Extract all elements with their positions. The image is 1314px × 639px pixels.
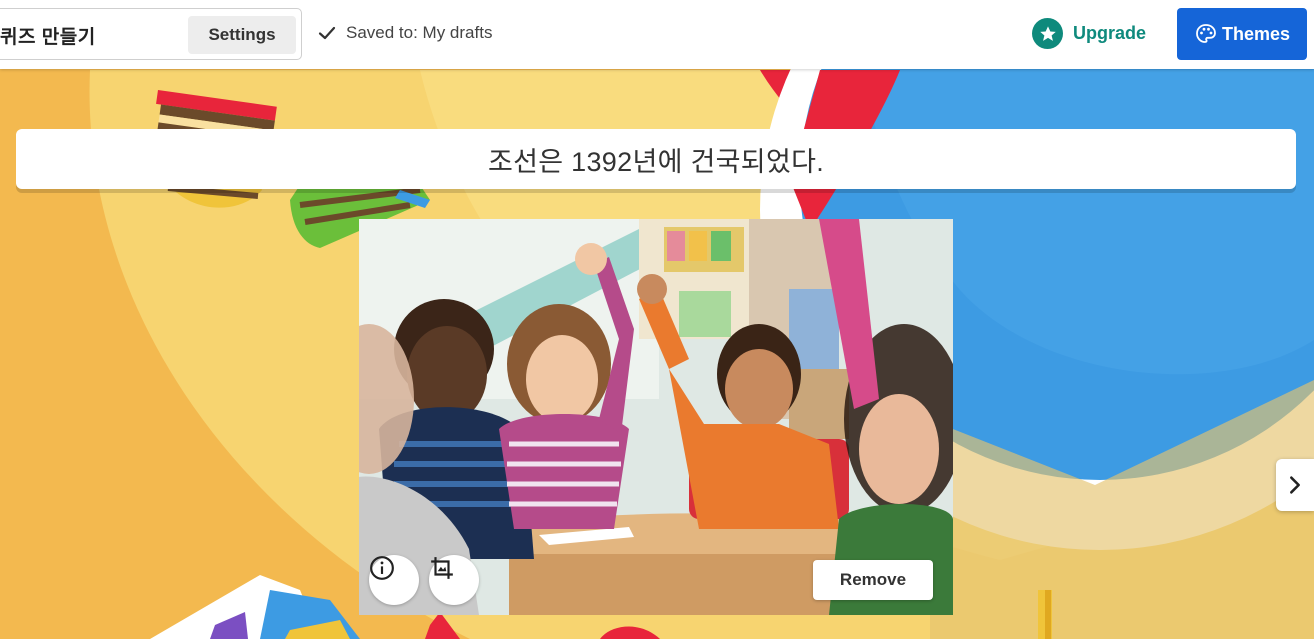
star-icon xyxy=(1032,18,1063,49)
themes-label: Themes xyxy=(1221,23,1291,44)
checkmark-icon xyxy=(318,26,336,40)
themes-button[interactable]: Themes xyxy=(1177,8,1307,60)
upgrade-button[interactable]: Upgrade xyxy=(1032,18,1146,49)
image-info-button[interactable] xyxy=(369,555,419,605)
settings-button[interactable]: Settings xyxy=(188,16,296,54)
save-status-text: Saved to: My drafts xyxy=(346,23,493,42)
next-question-button[interactable] xyxy=(1276,459,1314,511)
palette-icon xyxy=(1196,24,1216,43)
quiz-title-field[interactable]: 퀴즈 만들기 Settings xyxy=(0,8,302,60)
image-crop-button[interactable] xyxy=(429,555,479,605)
question-image: Remove xyxy=(359,219,953,615)
top-bar: 퀴즈 만들기 Settings Saved to: My drafts Upgr… xyxy=(0,0,1314,69)
info-icon xyxy=(370,556,394,580)
question-text: 조선은 1392년에 건국되었다. xyxy=(487,146,825,177)
save-status: Saved to: My drafts xyxy=(318,23,492,43)
chevron-right-icon xyxy=(1290,476,1300,494)
quiz-title-text: 퀴즈 만들기 xyxy=(0,27,96,48)
question-text-field[interactable]: 조선은 1392년에 건국되었다. xyxy=(16,129,1296,189)
crop-icon xyxy=(431,557,453,579)
upgrade-label: Upgrade xyxy=(1073,23,1147,43)
remove-image-button[interactable]: Remove xyxy=(813,560,933,600)
